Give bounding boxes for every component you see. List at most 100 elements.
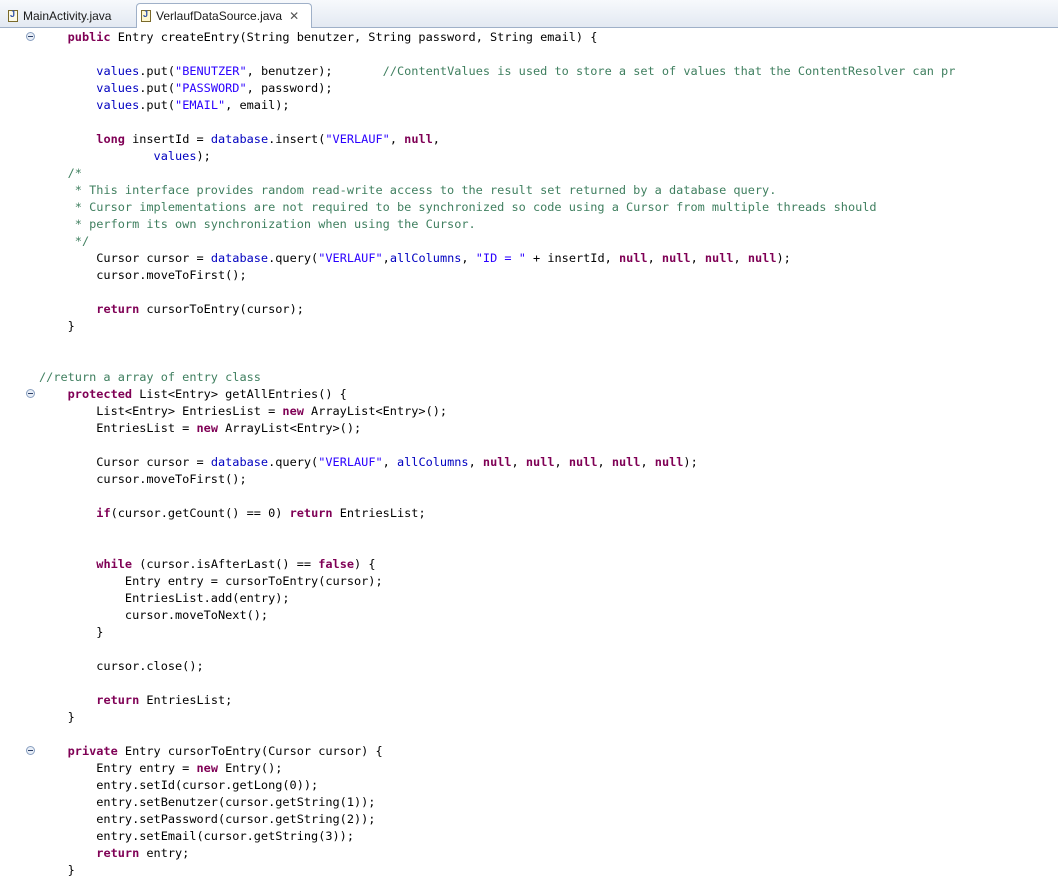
code-line[interactable]: * perform its own synchronization when u… — [39, 216, 955, 233]
code-line[interactable]: Entry entry = new Entry(); — [39, 760, 955, 777]
code-line[interactable]: values.put("EMAIL", email); — [39, 97, 955, 114]
code-token: } — [39, 625, 104, 639]
code-line[interactable] — [39, 726, 955, 743]
code-line[interactable] — [39, 488, 955, 505]
code-token: Entry createEntry(String benutzer, Strin… — [110, 30, 598, 44]
code-token: , benutzer); — [246, 64, 383, 78]
code-token: , — [597, 455, 612, 469]
source-code[interactable]: public Entry createEntry(String benutzer… — [39, 28, 955, 879]
tab-label: MainActivity.java — [23, 8, 112, 23]
code-line[interactable]: } — [39, 862, 955, 879]
code-token: Entry entry = — [39, 761, 197, 775]
code-token: /* — [39, 166, 82, 180]
close-icon[interactable]: ✕ — [289, 9, 299, 23]
code-line[interactable]: } — [39, 624, 955, 641]
code-line[interactable] — [39, 114, 955, 131]
code-line[interactable]: /* — [39, 165, 955, 182]
tab-verlauf-data-source[interactable]: VerlaufDataSource.java ✕ — [136, 3, 312, 28]
code-token: } — [39, 863, 75, 877]
code-line[interactable]: List<Entry> EntriesList = new ArrayList<… — [39, 403, 955, 420]
code-line[interactable] — [39, 335, 955, 352]
code-token: while — [96, 557, 133, 571]
code-token: return — [96, 846, 140, 860]
code-line[interactable]: return cursorToEntry(cursor); — [39, 301, 955, 318]
code-line[interactable]: cursor.close(); — [39, 658, 955, 675]
code-token: null — [747, 251, 777, 265]
code-line[interactable]: long insertId = database.insert("VERLAUF… — [39, 131, 955, 148]
code-token: } — [39, 319, 75, 333]
code-line[interactable]: } — [39, 709, 955, 726]
code-token: if — [96, 506, 111, 520]
fold-collapse-icon[interactable] — [26, 32, 35, 41]
code-token: Entry(); — [217, 761, 283, 775]
code-line[interactable]: public Entry createEntry(String benutzer… — [39, 29, 955, 46]
code-line[interactable]: cursor.moveToNext(); — [39, 607, 955, 624]
code-line[interactable] — [39, 284, 955, 301]
code-line[interactable]: } — [39, 318, 955, 335]
code-token: null — [618, 251, 648, 265]
code-token: , password); — [246, 81, 333, 95]
code-line[interactable]: Cursor cursor = database.query("VERLAUF"… — [39, 250, 955, 267]
code-line[interactable]: while (cursor.isAfterLast() == false) { — [39, 556, 955, 573]
code-line[interactable] — [39, 437, 955, 454]
code-line[interactable]: values.put("BENUTZER", benutzer); //Cont… — [39, 63, 955, 80]
code-line[interactable] — [39, 46, 955, 63]
code-line[interactable]: return entry; — [39, 845, 955, 862]
code-token: allColumns — [396, 455, 469, 469]
code-token: cursorToEntry(cursor); — [139, 302, 304, 316]
code-line[interactable]: protected List<Entry> getAllEntries() { — [39, 386, 955, 403]
code-line[interactable]: values.put("PASSWORD", password); — [39, 80, 955, 97]
code-token: private — [67, 744, 118, 758]
code-line[interactable]: EntriesList.add(entry); — [39, 590, 955, 607]
code-line[interactable]: entry.setId(cursor.getLong(0)); — [39, 777, 955, 794]
code-token: cursor.moveToFirst(); — [39, 268, 247, 282]
code-line[interactable]: Entry entry = cursorToEntry(cursor); — [39, 573, 955, 590]
code-line[interactable]: return EntriesList; — [39, 692, 955, 709]
code-line[interactable]: cursor.moveToFirst(); — [39, 267, 955, 284]
code-line[interactable]: * Cursor implementations are not require… — [39, 199, 955, 216]
code-token: values — [96, 81, 140, 95]
code-token: * Cursor implementations are not require… — [39, 200, 877, 214]
code-token: new — [282, 404, 304, 418]
code-line[interactable]: EntriesList = new ArrayList<Entry>(); — [39, 420, 955, 437]
code-line[interactable]: * This interface provides random read-wr… — [39, 182, 955, 199]
code-editor[interactable]: public Entry createEntry(String benutzer… — [0, 28, 1058, 881]
code-line[interactable]: entry.setEmail(cursor.getString(3)); — [39, 828, 955, 845]
code-line[interactable] — [39, 352, 955, 369]
code-line[interactable]: values); — [39, 148, 955, 165]
code-line[interactable] — [39, 641, 955, 658]
code-token: Entry entry = cursorToEntry(cursor); — [39, 574, 383, 588]
editor-tab-bar: MainActivity.java VerlaufDataSource.java… — [0, 0, 1058, 28]
code-line[interactable]: private Entry cursorToEntry(Cursor curso… — [39, 743, 955, 760]
code-line[interactable]: //return a array of entry class — [39, 369, 955, 386]
code-token: database — [210, 251, 269, 265]
fold-collapse-icon[interactable] — [26, 389, 35, 398]
code-line[interactable]: cursor.moveToFirst(); — [39, 471, 955, 488]
code-line[interactable] — [39, 539, 955, 556]
code-token: "EMAIL" — [175, 98, 226, 112]
code-token: , — [690, 251, 705, 265]
code-token: false — [318, 557, 355, 571]
code-token: entry; — [139, 846, 190, 860]
code-token: , — [382, 455, 397, 469]
tab-main-activity[interactable]: MainActivity.java — [4, 3, 135, 28]
code-token: , — [511, 455, 526, 469]
code-line[interactable]: entry.setPassword(cursor.getString(2)); — [39, 811, 955, 828]
code-token: entry.setPassword(cursor.getString(2)); — [39, 812, 376, 826]
code-token: , — [382, 251, 390, 265]
code-line[interactable]: Cursor cursor = database.query("VERLAUF"… — [39, 454, 955, 471]
code-token: .query( — [268, 455, 319, 469]
code-line[interactable]: */ — [39, 233, 955, 250]
code-line[interactable]: entry.setBenutzer(cursor.getString(1)); — [39, 794, 955, 811]
code-token: , — [461, 251, 476, 265]
code-line[interactable] — [39, 522, 955, 539]
code-line[interactable]: if(cursor.getCount() == 0) return Entrie… — [39, 505, 955, 522]
fold-collapse-icon[interactable] — [26, 746, 35, 755]
code-line[interactable] — [39, 675, 955, 692]
code-token: ArrayList<Entry>(); — [303, 404, 448, 418]
